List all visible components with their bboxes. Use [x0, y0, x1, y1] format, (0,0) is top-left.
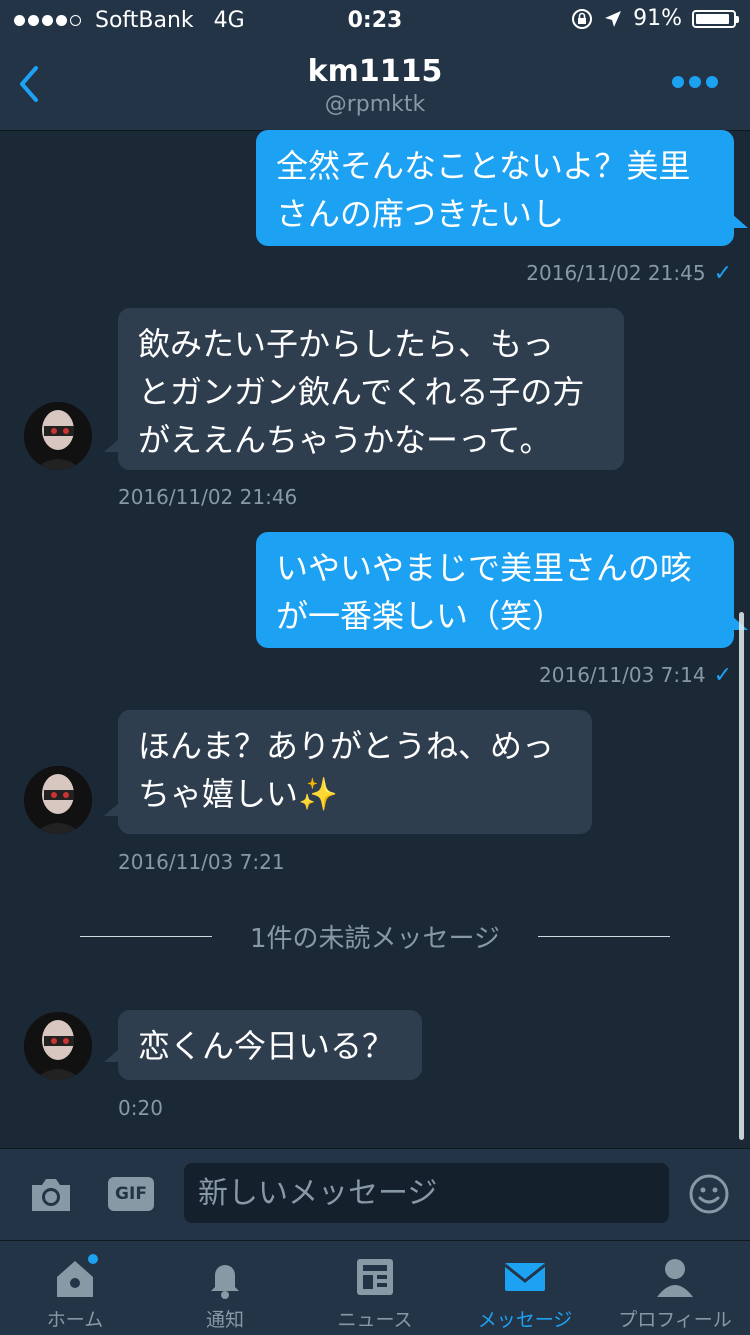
- avatar[interactable]: [24, 766, 92, 834]
- read-check-icon: ✓: [713, 663, 732, 688]
- tab-label: 通知: [205, 1309, 244, 1331]
- more-options-icon[interactable]: [672, 76, 718, 88]
- unread-divider: 1件の未読メッセージ: [80, 918, 670, 954]
- tab-news[interactable]: ニュース: [300, 1241, 450, 1335]
- message-line: いやいやまじで美里さんの咳: [276, 549, 693, 587]
- avatar[interactable]: [24, 1012, 92, 1080]
- contact-handle[interactable]: @rpmktk: [0, 92, 750, 117]
- home-icon: [57, 1254, 98, 1297]
- message-input[interactable]: [184, 1163, 669, 1223]
- tab-home[interactable]: ホーム: [0, 1241, 150, 1335]
- message-timestamp: 2016/11/03 7:21: [118, 850, 285, 874]
- message-line: が一番楽しい（笑）: [276, 597, 565, 635]
- status-bar: SoftBank 4G 0:23 91%: [0, 0, 750, 40]
- message-line: ほんま？ありがとうね、めっ: [138, 727, 555, 765]
- message-line: 恋くん今日いる？: [138, 1027, 395, 1065]
- message-line: ちゃ嬉しい✨: [138, 775, 338, 813]
- avatar[interactable]: [24, 402, 92, 470]
- profile-icon: [657, 1259, 693, 1297]
- sent-message-bubble[interactable]: いやいやまじで美里さんの咳 が一番楽しい（笑）: [256, 532, 734, 648]
- camera-icon[interactable]: [28, 1175, 74, 1215]
- tab-label: メッセージ: [477, 1309, 573, 1331]
- tab-label: ニュース: [337, 1309, 413, 1331]
- message-line: 飲みたい子からしたら、もっ: [138, 325, 555, 363]
- contact-name[interactable]: km1115: [0, 54, 750, 89]
- bubble-tail: [732, 214, 748, 228]
- message-timestamp: 2016/11/03 7:14 ✓: [539, 663, 732, 688]
- scrollbar[interactable]: [739, 612, 744, 1140]
- message-composer: GIF: [0, 1148, 750, 1241]
- message-timestamp: 0:20: [118, 1096, 163, 1120]
- emoji-icon[interactable]: [688, 1173, 730, 1215]
- message-timestamp: 2016/11/02 21:45 ✓: [526, 261, 732, 286]
- tab-label: プロフィール: [618, 1309, 732, 1331]
- received-message-bubble[interactable]: 飲みたい子からしたら、もっ とガンガン飲んでくれる子の方 がええんちゃうかなーっ…: [118, 308, 624, 470]
- location-arrow-icon: [605, 10, 622, 27]
- bell-icon: [211, 1265, 239, 1299]
- rotation-lock-icon: [572, 8, 593, 29]
- bubble-tail: [104, 1048, 120, 1062]
- received-message-bubble[interactable]: ほんま？ありがとうね、めっ ちゃ嬉しい✨: [118, 710, 592, 834]
- conversation-header: km1115 @rpmktk: [0, 40, 750, 131]
- tab-profile[interactable]: プロフィール: [600, 1241, 750, 1335]
- tab-bar: ホーム 通知 ニュース メッセージ プロフィール: [0, 1240, 750, 1335]
- message-line: さんの席つきたいし: [276, 195, 565, 233]
- message-line: 全然そんなことないよ？美里: [276, 147, 691, 185]
- message-timestamp: 2016/11/02 21:46: [118, 485, 298, 509]
- tab-notifications[interactable]: 通知: [150, 1241, 300, 1335]
- mail-icon: [504, 1263, 546, 1291]
- news-icon: [357, 1259, 393, 1295]
- tab-messages[interactable]: メッセージ: [450, 1241, 600, 1335]
- divider-line: [538, 936, 670, 937]
- read-check-icon: ✓: [713, 261, 732, 286]
- battery-percent: 91%: [633, 6, 682, 31]
- tab-label: ホーム: [46, 1309, 104, 1331]
- message-line: がええんちゃうかなーって。: [138, 421, 552, 459]
- received-message-bubble[interactable]: 恋くん今日いる？: [118, 1010, 422, 1080]
- battery-icon: [692, 9, 739, 28]
- message-line: とガンガン飲んでくれる子の方: [138, 373, 585, 411]
- gif-button[interactable]: GIF: [108, 1177, 154, 1211]
- sent-message-bubble[interactable]: 全然そんなことないよ？美里 さんの席つきたいし: [256, 130, 734, 246]
- bubble-tail: [104, 438, 120, 452]
- bubble-tail: [104, 802, 120, 816]
